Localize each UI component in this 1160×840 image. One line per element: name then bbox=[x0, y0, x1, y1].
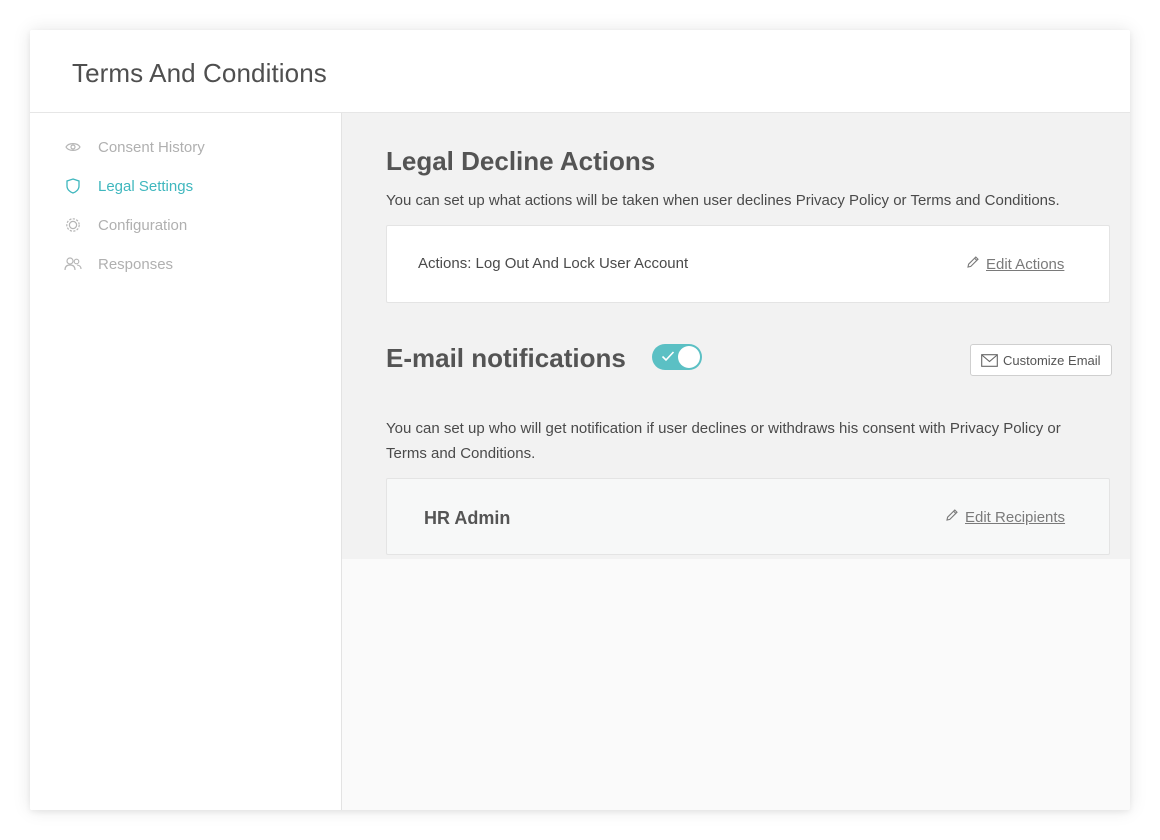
gear-icon bbox=[64, 216, 82, 234]
legal-settings-panel: Legal Decline Actions You can set up wha… bbox=[342, 113, 1130, 559]
edit-actions-label: Edit Actions bbox=[986, 255, 1065, 273]
email-notifications-toggle[interactable] bbox=[652, 344, 702, 370]
edit-recipients-label: Edit Recipients bbox=[965, 508, 1066, 526]
users-icon bbox=[64, 255, 82, 273]
check-icon bbox=[661, 349, 675, 367]
sidebar-item-consent-history[interactable]: Consent History bbox=[64, 136, 205, 158]
sidebar-item-label: Legal Settings bbox=[98, 177, 194, 195]
email-notifications-title: E-mail notifications bbox=[386, 343, 626, 373]
actions-text: Actions: Log Out And Lock User Account bbox=[418, 255, 689, 272]
sidebar-item-configuration[interactable]: Configuration bbox=[64, 214, 187, 236]
sidebar: Consent History Legal Settings Configura… bbox=[30, 113, 342, 810]
recipients-card: HR Admin Edit Recipients bbox=[386, 478, 1110, 555]
eye-icon bbox=[64, 138, 82, 156]
email-notifications-description: You can set up who will get notification… bbox=[386, 420, 1061, 462]
shield-icon bbox=[64, 177, 82, 195]
recipient-name: HR Admin bbox=[424, 508, 511, 528]
page-header: Terms And Conditions bbox=[30, 30, 1130, 113]
actions-card: Actions: Log Out And Lock User Account E… bbox=[386, 225, 1110, 303]
sidebar-item-label: Responses bbox=[98, 255, 174, 273]
sidebar-item-label: Configuration bbox=[98, 216, 188, 234]
legal-decline-description: You can set up what actions will be take… bbox=[386, 192, 1060, 209]
sidebar-item-responses[interactable]: Responses bbox=[64, 253, 173, 275]
page-title: Terms And Conditions bbox=[72, 58, 327, 88]
customize-email-label: Customize Email bbox=[1003, 352, 1101, 368]
envelope-icon bbox=[981, 353, 998, 367]
sidebar-item-legal-settings[interactable]: Legal Settings bbox=[64, 175, 193, 197]
customize-email-button[interactable]: Customize Email bbox=[970, 344, 1112, 376]
sidebar-item-label: Consent History bbox=[98, 138, 205, 156]
main-content: Legal Decline Actions You can set up wha… bbox=[342, 113, 1130, 810]
pencil-icon bbox=[945, 508, 959, 526]
legal-decline-title: Legal Decline Actions bbox=[386, 146, 656, 176]
toggle-knob bbox=[678, 346, 700, 368]
edit-actions-link[interactable]: Edit Actions bbox=[966, 255, 1064, 273]
app-window: Terms And Conditions Consent History Leg… bbox=[30, 30, 1130, 810]
pencil-icon bbox=[966, 255, 980, 273]
edit-recipients-link[interactable]: Edit Recipients bbox=[945, 508, 1065, 526]
